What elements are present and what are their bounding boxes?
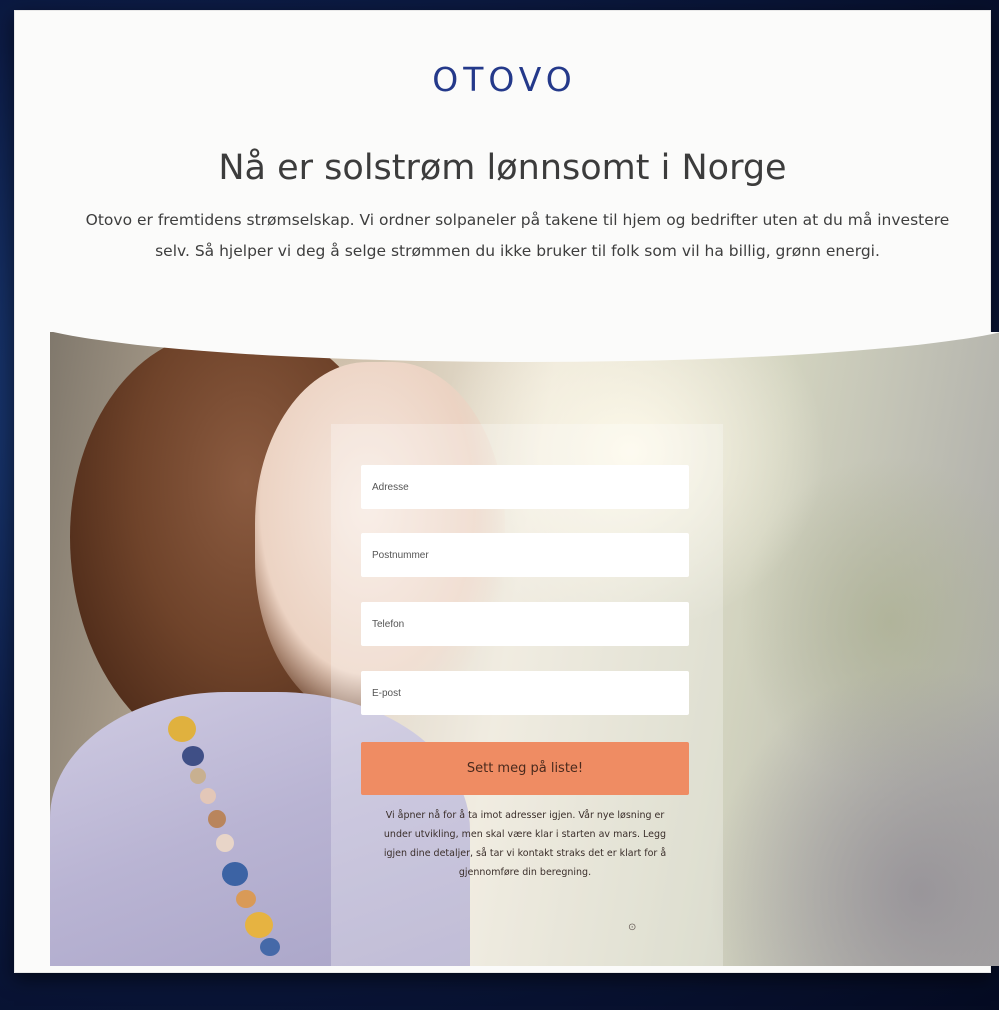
necklace-bead bbox=[208, 810, 226, 828]
logo-container: OTOVO bbox=[14, 60, 991, 98]
page-title: Nå er solstrøm lønnsomt i Norge bbox=[218, 148, 787, 188]
necklace-bead bbox=[168, 716, 196, 742]
necklace-bead bbox=[190, 768, 206, 784]
signup-button[interactable]: Sett meg på liste! bbox=[361, 742, 689, 795]
email-input[interactable] bbox=[361, 671, 689, 715]
hero-section: Sett meg på liste! Vi åpner nå for å ta … bbox=[50, 332, 999, 966]
necklace-bead bbox=[200, 788, 216, 804]
otovo-logo[interactable]: OTOVO bbox=[416, 60, 589, 98]
phone-input[interactable] bbox=[361, 602, 689, 646]
logo-text: OTOVO bbox=[432, 60, 577, 99]
info-icon: ⊙ bbox=[628, 922, 637, 933]
necklace-bead bbox=[222, 862, 248, 886]
postcode-input[interactable] bbox=[361, 533, 689, 577]
necklace-bead bbox=[236, 890, 256, 908]
necklace-bead bbox=[245, 912, 273, 938]
necklace-bead bbox=[260, 938, 280, 956]
address-input[interactable] bbox=[361, 465, 689, 509]
signup-fineprint: Vi åpner nå for å ta imot adresser igjen… bbox=[383, 810, 667, 878]
necklace-bead bbox=[216, 834, 234, 852]
landing-page-screenshot: OTOVO Nå er solstrøm lønnsomt i Norge Ot… bbox=[14, 10, 999, 973]
necklace-bead bbox=[182, 746, 204, 766]
intro-text: Otovo er fremtidens strømselskap. Vi ord… bbox=[85, 211, 950, 260]
